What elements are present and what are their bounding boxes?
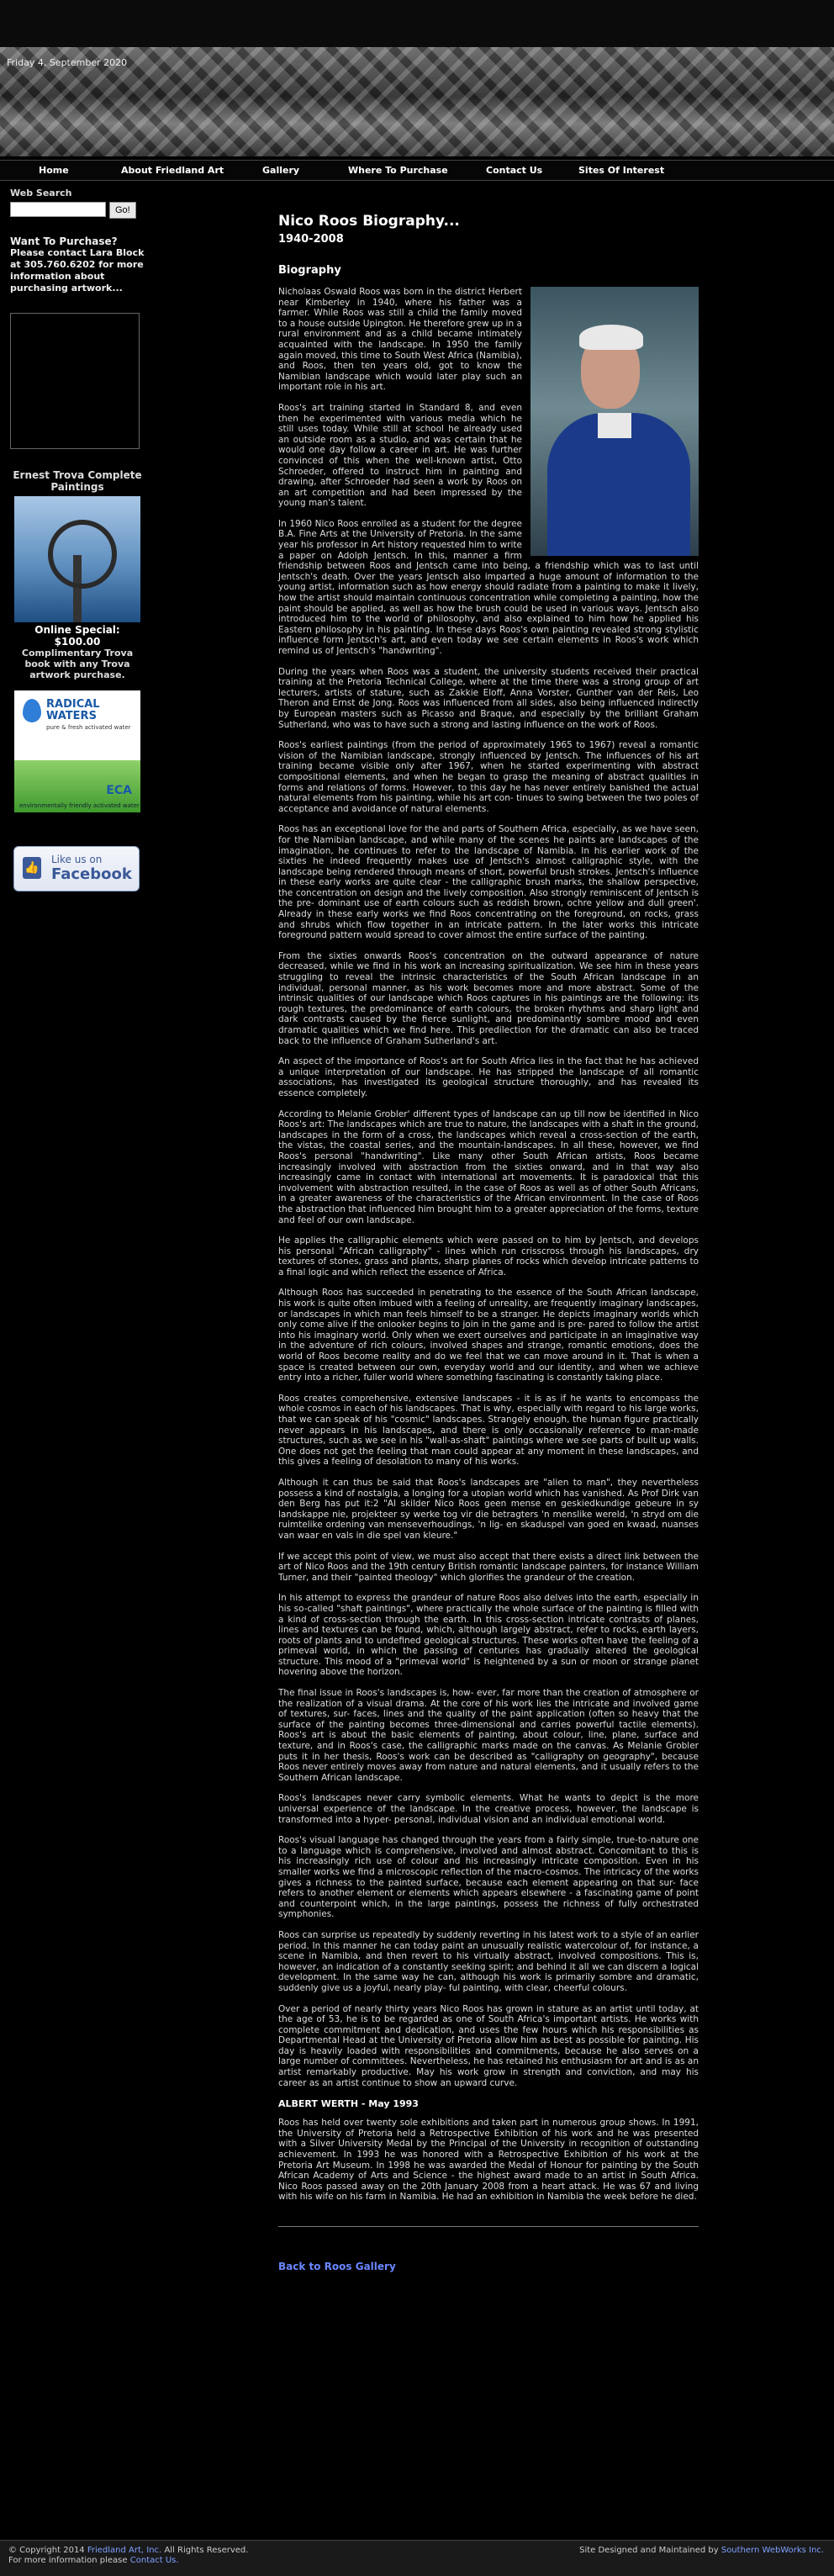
bio-paragraph: Roos's landscapes never carry symbolic e… [278, 1793, 699, 1825]
footer-right: Site Designed and Maintained by Southern… [579, 2546, 824, 2555]
radical-brand: RADICAL WATERS [46, 698, 100, 722]
nav-contact[interactable]: Contact Us [486, 165, 542, 176]
nav-gallery[interactable]: Gallery [262, 165, 299, 176]
radical-eca: ECA [106, 784, 132, 797]
nav-where-to-purchase[interactable]: Where To Purchase [348, 165, 448, 176]
purchase-heading: Want To Purchase? [10, 235, 118, 247]
bio-paragraph: Roos can surprise us repeatedly by sudde… [278, 1929, 699, 1993]
trova-special: Online Special: $100.00 [34, 624, 120, 648]
epilogue-paragraph: Roos has held over twenty sole exhibitio… [278, 2118, 699, 2203]
radical-waters-ad[interactable]: RADICAL WATERS pure & fresh activated wa… [14, 690, 140, 812]
author-signature: ALBERT WERTH - May 1993 [278, 2098, 419, 2110]
go-button[interactable]: Go! [109, 202, 136, 219]
designed-by-text: Site Designed and Maintained by [579, 2546, 719, 2555]
radical-tagline: pure & fresh activated water [46, 724, 131, 731]
bio-paragraph: If we accept this point of view, we must… [278, 1551, 699, 1583]
rights-text: All Rights Reserved. [164, 2546, 249, 2555]
footer: © Copyright 2014 Friedland Art, Inc. All… [0, 2540, 834, 2576]
bio-paragraph: In his attempt to express the grandeur o… [278, 1593, 699, 1678]
main-content: Nico Roos Biography... 1940-2008 Biograp… [278, 213, 699, 2272]
copyright-text: © Copyright 2014 [8, 2546, 85, 2555]
search-row: Go! [10, 202, 145, 219]
bio-paragraph: From the sixties onwards Roos's concentr… [278, 950, 699, 1046]
back-to-gallery-link[interactable]: Back to Roos Gallery [278, 2261, 699, 2272]
bio-paragraph: Although it can thus be said that Roos's… [278, 1477, 699, 1541]
bio-paragraph: Over a period of nearly thirty years Nic… [278, 2003, 699, 2088]
bio-paragraph: During the years when Roos was a student… [278, 666, 699, 730]
nav-sites-of-interest[interactable]: Sites Of Interest [578, 165, 664, 176]
fb-brand-text: Facebook [51, 865, 132, 883]
bio-paragraph: According to Melanie Grobler' different … [278, 1108, 699, 1225]
trova-sculpture-image[interactable] [14, 496, 140, 622]
trova-subtext: Complimentary Trova book with any Trova … [21, 648, 134, 680]
facebook-like-button[interactable]: 👍 Like us on Facebook [13, 846, 140, 891]
embedded-video-box[interactable] [10, 313, 140, 449]
more-info-text: For more information please [8, 2556, 128, 2565]
artist-portrait [530, 287, 699, 556]
portrait-collar [598, 413, 631, 438]
biography-body: Nicholaas Oswald Roos was born in the di… [278, 287, 699, 2203]
fb-like-text: Like us on [51, 854, 103, 865]
purchase-info: Want To Purchase? Please contact Lara Bl… [10, 235, 145, 294]
search-input[interactable] [10, 202, 106, 217]
sidebar: Web Search Go! Want To Purchase? Please … [10, 188, 145, 891]
portrait-hair [579, 325, 643, 350]
designer-link[interactable]: Southern WebWorks Inc. [721, 2546, 824, 2555]
nav-home[interactable]: Home [39, 165, 69, 176]
biography-heading: Biography [278, 264, 341, 277]
bio-paragraph: Roos has an exceptional love for the and… [278, 824, 699, 941]
bio-paragraph: Roos's earliest paintings (from the peri… [278, 740, 699, 814]
thumbs-up-icon: 👍 [23, 857, 41, 879]
header-banner: Friday 4, September 2020 [0, 47, 834, 156]
bio-paragraph: He applies the calligraphic elements whi… [278, 1235, 699, 1277]
lifespan-years: 1940-2008 [278, 233, 344, 246]
company-link[interactable]: Friedland Art, Inc. [87, 2546, 161, 2555]
radical-small-text: environmentally friendly activated water [19, 802, 140, 809]
top-bar [0, 0, 834, 47]
bio-paragraph: Although Roos has succeeded in penetrati… [278, 1288, 699, 1383]
main-nav: Home About Friedland Art Gallery Where T… [0, 160, 834, 181]
search-label: Web Search [10, 188, 72, 198]
bio-paragraph: The final issue in Roos's landscapes is,… [278, 1688, 699, 1783]
bio-paragraph: Roos's visual language has changed throu… [278, 1835, 699, 1920]
nav-about[interactable]: About Friedland Art [121, 165, 224, 176]
divider [278, 2226, 699, 2227]
purchase-text: Please contact Lara Block at 305.760.620… [10, 247, 145, 294]
bio-paragraph: Roos creates comprehensive, extensive la… [278, 1393, 699, 1468]
water-drop-icon [23, 699, 41, 722]
footer-left: © Copyright 2014 Friedland Art, Inc. All… [8, 2546, 248, 2566]
bio-paragraph: An aspect of the importance of Roos's ar… [278, 1056, 699, 1098]
footer-contact-link[interactable]: Contact Us. [130, 2556, 179, 2565]
page-title: Nico Roos Biography... [278, 213, 460, 230]
current-date: Friday 4, September 2020 [7, 57, 128, 68]
trova-title[interactable]: Ernest Trova Complete Paintings [10, 469, 145, 493]
